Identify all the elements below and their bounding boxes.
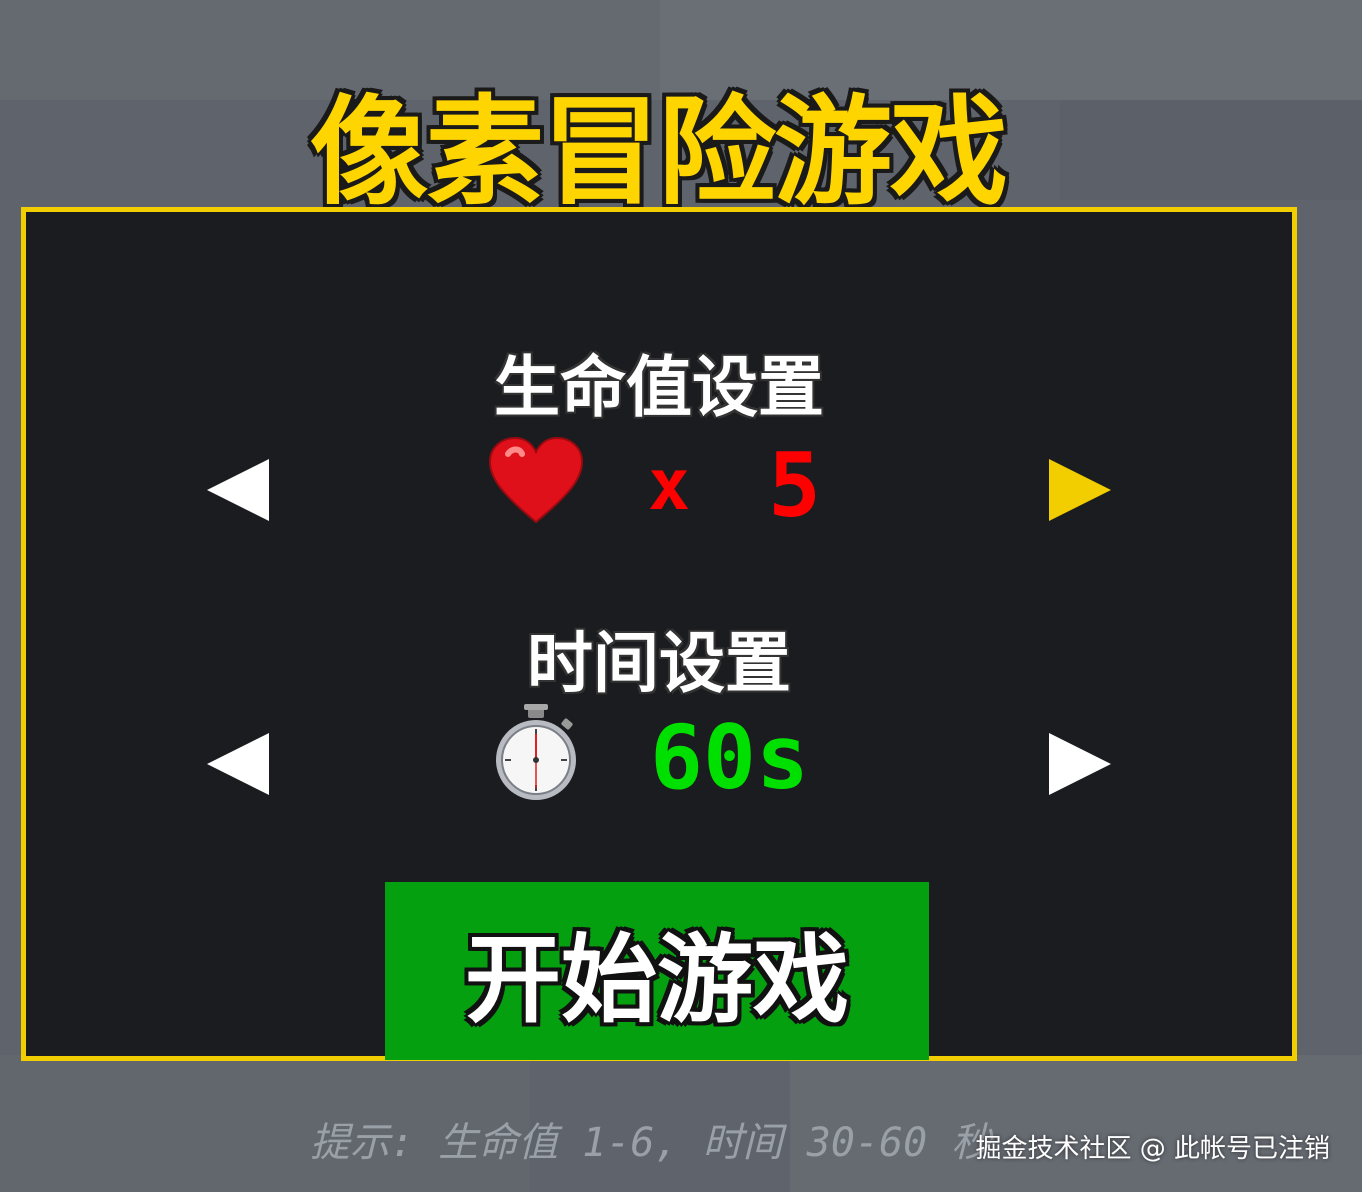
time-decrease-arrow[interactable] (207, 733, 269, 795)
time-value: 60s (650, 706, 809, 809)
health-multiplier: x (648, 444, 691, 526)
game-title: 像素冒险游戏 (309, 83, 1008, 221)
health-value: 5 (768, 434, 821, 537)
hint-text: 提示: 生命值 1-6, 时间 30-60 秒 (310, 1120, 992, 1166)
time-increase-arrow[interactable] (1049, 733, 1111, 795)
watermark: 掘金技术社区 @ 此帐号已注销 (975, 1134, 1330, 1164)
health-decrease-arrow[interactable] (207, 459, 269, 521)
stopwatch-icon (488, 704, 584, 804)
settings-panel: 生命值设置 x 5 时间设置 60s 开始游戏 (21, 207, 1297, 1061)
health-increase-arrow[interactable] (1049, 459, 1111, 521)
time-setting-label: 时间设置 (527, 625, 791, 702)
heart-icon (486, 432, 586, 532)
start-game-button[interactable]: 开始游戏 (385, 882, 929, 1060)
health-setting-label: 生命值设置 (494, 349, 824, 426)
